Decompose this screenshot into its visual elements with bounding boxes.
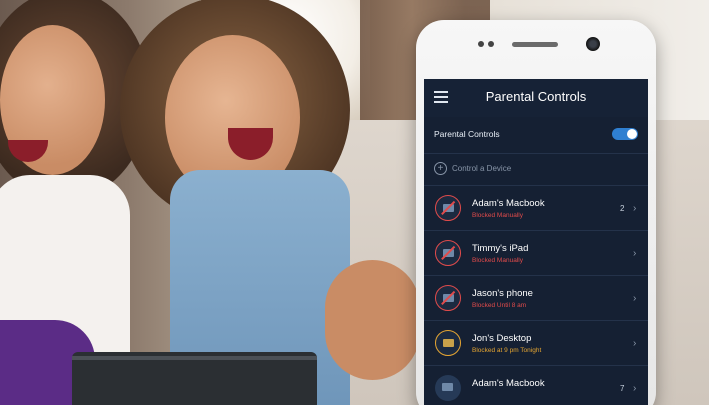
chevron-right-icon: › bbox=[633, 338, 637, 349]
phone-blocked-icon bbox=[435, 285, 461, 311]
plus-icon: + bbox=[434, 162, 447, 175]
device-count: 2 bbox=[620, 204, 625, 213]
sensor-dot bbox=[478, 41, 484, 47]
girl-right-arm bbox=[325, 260, 420, 380]
parental-controls-toggle[interactable] bbox=[612, 128, 638, 140]
device-status: Blocked at 9 pm Tonight bbox=[472, 347, 542, 354]
desktop-scheduled-icon bbox=[435, 330, 461, 356]
device-name: Adam's Macbook bbox=[472, 198, 545, 209]
toggle-label: Parental Controls bbox=[434, 129, 500, 139]
chevron-right-icon: › bbox=[633, 248, 637, 259]
device-name: Adam's Macbook bbox=[472, 378, 545, 389]
phone-screen: Parental Controls Parental Controls + Co… bbox=[424, 79, 648, 405]
device-count: 7 bbox=[620, 384, 625, 393]
laptop-blocked-icon bbox=[435, 195, 461, 221]
chevron-right-icon: › bbox=[633, 383, 637, 394]
parental-controls-toggle-row: Parental Controls bbox=[424, 117, 648, 153]
chevron-right-icon: › bbox=[633, 203, 637, 214]
device-row[interactable]: Adam's Macbook Blocked Manually 2 › bbox=[424, 186, 648, 230]
chevron-right-icon: › bbox=[633, 293, 637, 304]
divider bbox=[424, 153, 648, 154]
device-status: Blocked Manually bbox=[472, 257, 523, 264]
screen-title: Parental Controls bbox=[485, 89, 587, 104]
toggle-knob bbox=[627, 129, 637, 139]
smartphone: Parental Controls Parental Controls + Co… bbox=[416, 20, 656, 405]
device-name: Jon's Desktop bbox=[472, 333, 532, 344]
device-row[interactable]: Jon's Desktop Blocked at 9 pm Tonight › bbox=[424, 321, 648, 365]
tablet-blocked-icon bbox=[435, 240, 461, 266]
device-status: Blocked Manually bbox=[472, 212, 523, 219]
tablet-edge bbox=[72, 356, 317, 360]
device-status: Blocked Until 8 am bbox=[472, 302, 527, 309]
device-name: Timmy's iPad bbox=[472, 243, 529, 254]
device-row[interactable]: Adam's Macbook 7 › bbox=[424, 366, 648, 405]
front-camera bbox=[586, 37, 600, 51]
control-a-device-button[interactable]: + Control a Device bbox=[424, 157, 648, 181]
earpiece-speaker bbox=[512, 42, 558, 47]
device-row[interactable]: Timmy's iPad Blocked Manually › bbox=[424, 231, 648, 275]
control-a-device-label: Control a Device bbox=[452, 164, 512, 173]
hero-photo: Parental Controls Parental Controls + Co… bbox=[0, 0, 709, 405]
laptop-icon bbox=[435, 375, 461, 401]
device-row[interactable]: Jason's phone Blocked Until 8 am › bbox=[424, 276, 648, 320]
device-name: Jason's phone bbox=[472, 288, 533, 299]
app-bar: Parental Controls bbox=[424, 79, 648, 117]
sensor-dot bbox=[488, 41, 494, 47]
